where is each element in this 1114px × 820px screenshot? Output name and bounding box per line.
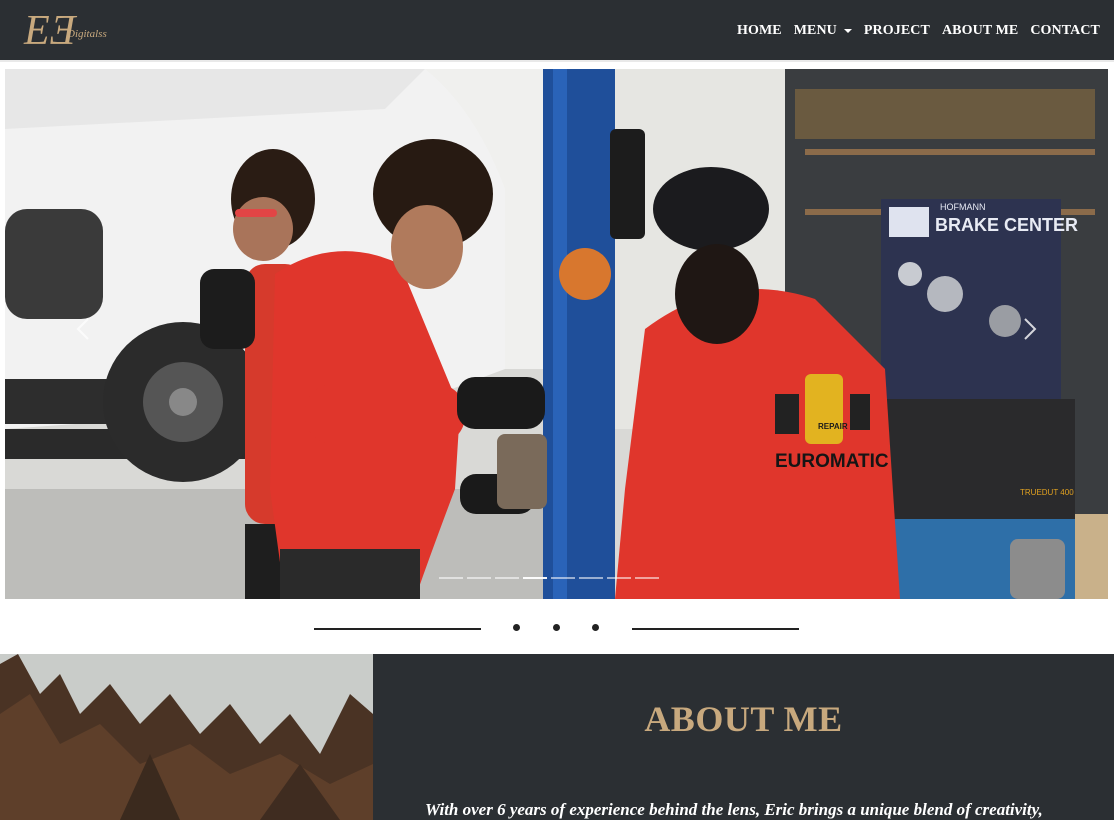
navbar: EƎ Digitalss HOME MENU PROJECT ABOUT ME … — [0, 0, 1114, 62]
about-title: ABOUT ME — [644, 699, 843, 739]
carousel-indicator[interactable] — [439, 577, 463, 579]
about-description: With over 6 years of experience behind t… — [425, 800, 1043, 819]
carousel-indicator[interactable] — [635, 577, 659, 579]
nav-project[interactable]: PROJECT — [864, 23, 930, 39]
divider-dot — [553, 624, 560, 631]
carousel-prev-button[interactable] — [63, 309, 103, 349]
nav-about-me[interactable]: ABOUT ME — [942, 23, 1018, 39]
divider-dot — [592, 624, 599, 631]
carousel-indicator[interactable] — [607, 577, 631, 579]
divider-dot — [513, 624, 520, 631]
chevron-right-icon — [1024, 318, 1037, 340]
divider-line-right — [632, 628, 799, 630]
nav-contact[interactable]: CONTACT — [1030, 23, 1100, 39]
forest-image — [0, 654, 373, 820]
jacket-brand: EUROMATIC — [775, 451, 889, 472]
nav-menu-label: MENU — [793, 23, 837, 38]
main-nav: HOME MENU PROJECT ABOUT ME CONTACT — [725, 0, 1100, 62]
carousel-next-button[interactable] — [1010, 309, 1050, 349]
brake-center-sign: BRAKE CENTER — [935, 215, 1078, 235]
garage-photo: BRAKE CENTER HOFMANN TRUEDUT 400 REPAIR … — [5, 69, 1108, 599]
brand-logo[interactable]: EƎ Digitalss — [22, 8, 140, 54]
carousel-indicator[interactable] — [579, 577, 603, 579]
hofmann-sign: HOFMANN — [940, 202, 986, 212]
nav-menu-dropdown[interactable]: MENU — [794, 23, 852, 39]
carousel-indicator[interactable] — [467, 577, 491, 579]
hero-carousel[interactable]: BRAKE CENTER HOFMANN TRUEDUT 400 REPAIR … — [5, 69, 1108, 599]
divider-line-left — [314, 628, 481, 630]
about-photo — [0, 654, 373, 820]
caret-down-icon — [843, 29, 852, 33]
chevron-left-icon — [76, 318, 89, 340]
carousel-indicator[interactable] — [495, 577, 519, 579]
logo-text: Digitalss — [66, 28, 107, 40]
carousel-indicator[interactable] — [551, 577, 575, 579]
section-divider — [0, 599, 1114, 654]
badge-label: REPAIR — [818, 422, 848, 431]
carousel-indicators — [437, 577, 661, 579]
device-label: TRUEDUT 400 — [1020, 488, 1074, 497]
about-section: ABOUT ME With over 6 years of experience… — [373, 654, 1114, 820]
nav-home[interactable]: HOME — [737, 23, 782, 39]
carousel-indicator-active[interactable] — [523, 577, 547, 579]
